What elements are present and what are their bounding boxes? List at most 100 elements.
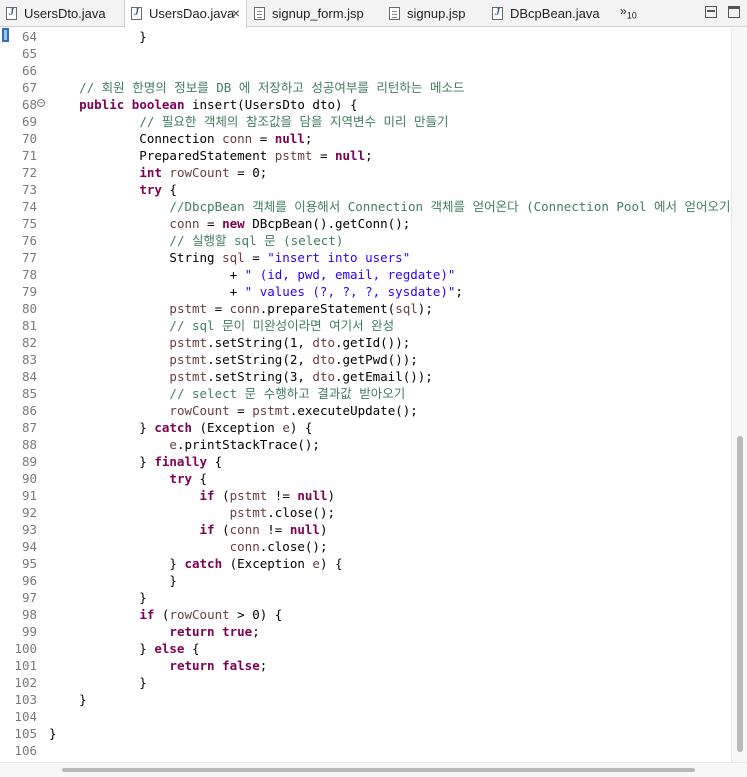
code-line[interactable]: 104: [0, 708, 731, 725]
code-text[interactable]: pstmt.setString(1, dto.getId());: [49, 334, 410, 351]
code-text[interactable]: }: [49, 589, 147, 606]
code-line[interactable]: 83 pstmt.setString(2, dto.getPwd());: [0, 351, 731, 368]
line-number: 102: [14, 675, 37, 690]
code-line[interactable]: 66: [0, 62, 731, 79]
code-line[interactable]: 81 // sql 문이 미완성이라면 여기서 완성: [0, 317, 731, 334]
code-text[interactable]: + " values (?, ?, ?, sysdate)";: [49, 283, 463, 300]
code-text[interactable]: }: [49, 674, 147, 691]
code-text[interactable]: conn = new DBcpBean().getConn();: [49, 215, 410, 232]
code-line[interactable]: 102 }: [0, 674, 731, 691]
code-line[interactable]: 106: [0, 742, 731, 759]
code-text[interactable]: //DbcpBean 객체를 이용해서 Connection 객체를 얻어온다 …: [49, 198, 731, 215]
code-line[interactable]: 96 }: [0, 572, 731, 589]
line-number: 79: [21, 284, 37, 299]
tab-signup-jsp[interactable]: signup.jsp: [383, 0, 483, 27]
code-line[interactable]: 70 Connection conn = null;: [0, 130, 731, 147]
tab-usersdao-java[interactable]: UsersDao.java ×: [124, 0, 247, 28]
code-line[interactable]: 65: [0, 45, 731, 62]
code-text[interactable]: } finally {: [49, 453, 222, 470]
code-text[interactable]: int rowCount = 0;: [49, 164, 267, 181]
code-line[interactable]: 89 } finally {: [0, 453, 731, 470]
code-line[interactable]: 82 pstmt.setString(1, dto.getId());: [0, 334, 731, 351]
code-line[interactable]: 97 }: [0, 589, 731, 606]
code-editor[interactable]: 64 } 65 66 67 // 회원 한명의 정보를 DB 에 저장하고 성공여부를…: [0, 28, 731, 762]
code-text[interactable]: try {: [49, 181, 177, 198]
code-line[interactable]: 88 e.printStackTrace();: [0, 436, 731, 453]
code-text[interactable]: }: [49, 691, 87, 708]
code-text[interactable]: }: [49, 572, 177, 589]
code-text[interactable]: rowCount = pstmt.executeUpdate();: [49, 402, 417, 419]
line-number: 93: [21, 522, 37, 537]
code-text[interactable]: // 실행할 sql 문 (select): [49, 232, 343, 249]
code-text[interactable]: PreparedStatement pstmt = null;: [49, 147, 372, 164]
code-line[interactable]: 78 + " (id, pwd, email, regdate)": [0, 266, 731, 283]
code-text[interactable]: // sql 문이 미완성이라면 여기서 완성: [49, 317, 394, 334]
code-line[interactable]: 68− public boolean insert(UsersDto dto) …: [0, 96, 731, 113]
code-line[interactable]: 84 pstmt.setString(3, dto.getEmail());: [0, 368, 731, 385]
code-text[interactable]: } else {: [49, 640, 199, 657]
code-text[interactable]: // select 문 수행하고 결과값 받아오기: [49, 385, 405, 402]
code-line[interactable]: 79 + " values (?, ?, ?, sysdate)";: [0, 283, 731, 300]
code-line[interactable]: 77 String sql = "insert into users": [0, 249, 731, 266]
code-text[interactable]: return false;: [49, 657, 267, 674]
code-text[interactable]: } catch (Exception e) {: [49, 419, 312, 436]
tab-usersdto-java[interactable]: UsersDto.java: [0, 0, 124, 27]
code-line[interactable]: 87 } catch (Exception e) {: [0, 419, 731, 436]
code-text[interactable]: } catch (Exception e) {: [49, 555, 342, 572]
vertical-scrollbar-thumb[interactable]: [737, 436, 743, 752]
maximize-icon[interactable]: [728, 6, 740, 18]
code-line[interactable]: 85 // select 문 수행하고 결과값 받아오기: [0, 385, 731, 402]
code-text[interactable]: pstmt.setString(2, dto.getPwd());: [49, 351, 417, 368]
code-line[interactable]: 71 PreparedStatement pstmt = null;: [0, 147, 731, 164]
code-text[interactable]: pstmt.setString(3, dto.getEmail());: [49, 368, 432, 385]
code-text[interactable]: public boolean insert(UsersDto dto) {: [49, 96, 357, 113]
code-text[interactable]: }: [49, 28, 147, 45]
code-line[interactable]: 100 } else {: [0, 640, 731, 657]
code-text[interactable]: }: [49, 725, 57, 742]
code-line[interactable]: 90 try {: [0, 470, 731, 487]
close-icon[interactable]: ×: [232, 0, 240, 27]
code-text[interactable]: return true;: [49, 623, 259, 640]
code-text[interactable]: if (pstmt != null): [49, 487, 336, 504]
horizontal-scrollbar-thumb[interactable]: [62, 768, 695, 772]
code-text[interactable]: // 필요한 객체의 참조값을 담을 지역변수 미리 만들기: [49, 113, 448, 130]
code-line[interactable]: 75 conn = new DBcpBean().getConn();: [0, 215, 731, 232]
code-text[interactable]: + " (id, pwd, email, regdate)": [49, 266, 456, 283]
vertical-scrollbar[interactable]: [731, 28, 747, 762]
tab-overflow-button[interactable]: »10: [620, 4, 637, 20]
code-line[interactable]: 93 if (conn != null): [0, 521, 731, 538]
code-line[interactable]: 99 return true;: [0, 623, 731, 640]
code-line[interactable]: 95 } catch (Exception e) {: [0, 555, 731, 572]
code-text[interactable]: e.printStackTrace();: [49, 436, 320, 453]
code-line[interactable]: 69 // 필요한 객체의 참조값을 담을 지역변수 미리 만들기: [0, 113, 731, 130]
code-line[interactable]: 73 try {: [0, 181, 731, 198]
minimize-icon[interactable]: [705, 6, 717, 18]
code-text[interactable]: String sql = "insert into users": [49, 249, 410, 266]
code-line[interactable]: 101 return false;: [0, 657, 731, 674]
tab-signup-form-jsp[interactable]: signup_form.jsp: [248, 0, 378, 27]
code-line[interactable]: 76 // 실행할 sql 문 (select): [0, 232, 731, 249]
code-text[interactable]: if (conn != null): [49, 521, 328, 538]
code-text[interactable]: // 회원 한명의 정보를 DB 에 저장하고 성공여부를 리턴하는 메소드: [49, 79, 464, 96]
code-line[interactable]: 72 int rowCount = 0;: [0, 164, 731, 181]
code-line[interactable]: 94 conn.close();: [0, 538, 731, 555]
code-text[interactable]: try {: [49, 470, 207, 487]
fold-collapse-icon[interactable]: −: [37, 99, 45, 107]
code-line[interactable]: 103 }: [0, 691, 731, 708]
code-line[interactable]: 91 if (pstmt != null): [0, 487, 731, 504]
code-text[interactable]: Connection conn = null;: [49, 130, 312, 147]
code-text[interactable]: if (rowCount > 0) {: [49, 606, 282, 623]
code-text[interactable]: pstmt.close();: [49, 504, 335, 521]
code-line[interactable]: 98 if (rowCount > 0) {: [0, 606, 731, 623]
code-line[interactable]: 80 pstmt = conn.prepareStatement(sql);: [0, 300, 731, 317]
code-line[interactable]: 92 pstmt.close();: [0, 504, 731, 521]
code-line[interactable]: 64 }: [0, 28, 731, 45]
code-line[interactable]: 67 // 회원 한명의 정보를 DB 에 저장하고 성공여부를 리턴하는 메소…: [0, 79, 731, 96]
code-line[interactable]: 86 rowCount = pstmt.executeUpdate();: [0, 402, 731, 419]
code-text[interactable]: pstmt = conn.prepareStatement(sql);: [49, 300, 432, 317]
code-text[interactable]: conn.close();: [49, 538, 328, 555]
code-line[interactable]: 74 //DbcpBean 객체를 이용해서 Connection 객체를 얻어…: [0, 198, 731, 215]
horizontal-scrollbar[interactable]: [0, 762, 747, 777]
tab-dbcpbean-java[interactable]: DBcpBean.java: [486, 0, 611, 27]
code-line[interactable]: 105}: [0, 725, 731, 742]
